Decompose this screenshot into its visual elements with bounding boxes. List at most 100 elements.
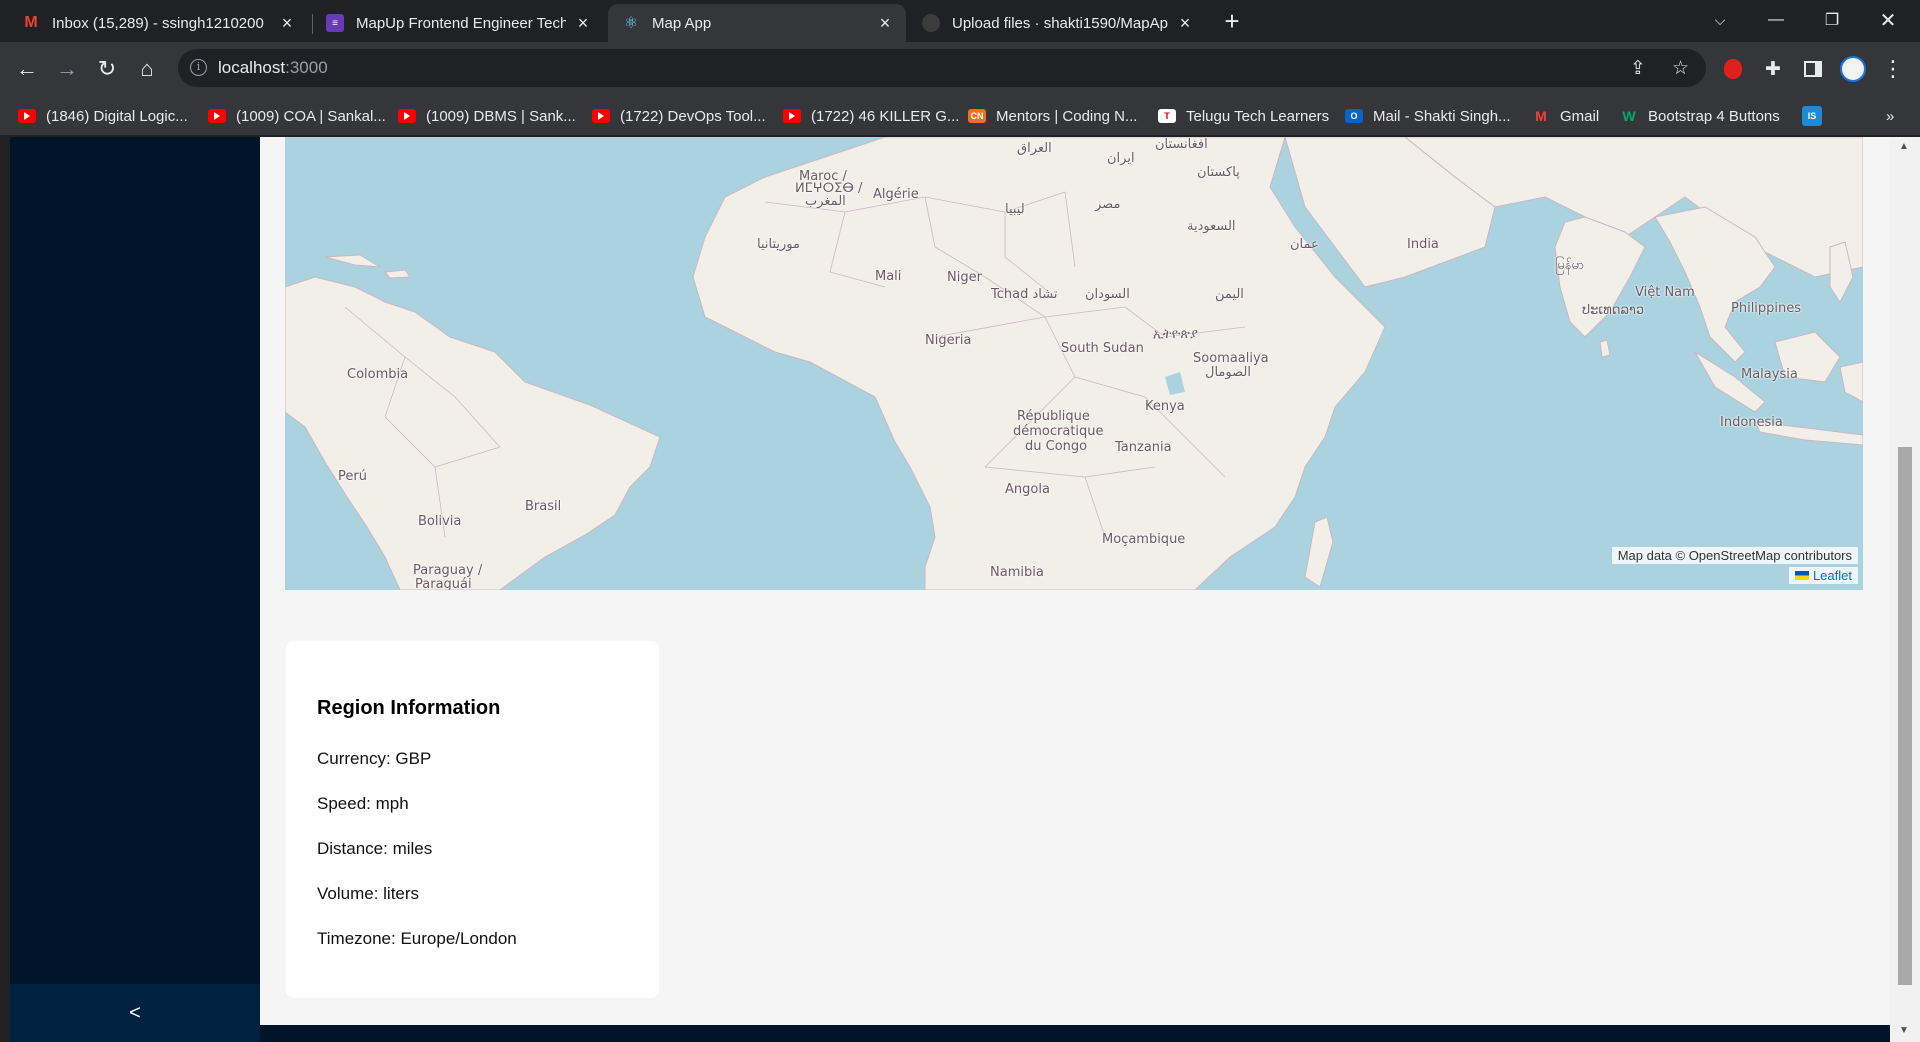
close-window-button[interactable]: ✕ (1860, 0, 1916, 40)
map-label: République (1017, 409, 1090, 424)
gmail-icon: M (1535, 108, 1547, 124)
tab-github-upload[interactable]: Upload files · shakti1590/MapAp × (908, 4, 1206, 42)
side-panel-icon[interactable] (1798, 54, 1828, 84)
sidebar-collapse-button[interactable]: < (10, 984, 260, 1042)
tab-strip: M Inbox (15,289) - ssingh1210200 × ≡ Map… (0, 0, 1920, 42)
bookmark-label: Mentors | Coding N... (996, 107, 1138, 125)
home-icon[interactable]: ⌂ (132, 54, 162, 84)
map-label: Brasil (525, 499, 562, 514)
tab-map-app[interactable]: ⚛ Map App × (608, 4, 906, 42)
tab-title: Upload files · shakti1590/MapAp (952, 14, 1168, 32)
address-bar[interactable]: i localhost:3000 ⇪ ☆ (178, 49, 1706, 87)
map-label: عمان (1290, 237, 1319, 252)
app-footer (260, 1025, 1890, 1042)
outlook-icon: O (1345, 109, 1363, 123)
bookmark-item[interactable]: T Telugu Tech Learners (1158, 104, 1329, 128)
browser-toolbar: ← → ↻ ⌂ i localhost:3000 ⇪ ☆ ✚ ⋮ (0, 42, 1920, 96)
new-tab-button[interactable]: + (1218, 8, 1246, 36)
forward-arrow-icon[interactable]: → (52, 54, 82, 84)
timezone-text: Timezone: Europe/London (317, 929, 517, 948)
map-label: Paraguay / (413, 563, 483, 578)
close-icon[interactable]: × (876, 13, 894, 34)
map-label: Soomaaliya (1193, 351, 1269, 366)
map-label: مصر (1095, 197, 1121, 212)
bookmark-overflow[interactable]: » (1886, 104, 1894, 128)
close-icon[interactable]: × (574, 13, 592, 34)
youtube-icon (592, 109, 610, 123)
youtube-icon (398, 109, 416, 123)
bookmark-label: (1722) DevOps Tool... (620, 107, 766, 125)
bookmark-item[interactable]: (1846) Digital Logic... (18, 104, 188, 128)
tab-search-icon[interactable]: ⌵ (1692, 0, 1748, 40)
region-info-title: Region Information (317, 697, 501, 719)
scrollbar-thumb[interactable] (1898, 447, 1912, 985)
map-label: ليبيا (1005, 202, 1025, 217)
map-label: du Congo (1025, 439, 1088, 454)
bookmark-item[interactable]: (1722) 46 KILLER G... (783, 104, 959, 128)
menu-kebab-icon[interactable]: ⋮ (1878, 54, 1908, 84)
close-icon[interactable]: × (1176, 13, 1194, 34)
bookmark-item[interactable]: (1722) DevOps Tool... (592, 104, 766, 128)
reload-icon[interactable]: ↻ (92, 54, 122, 84)
map-label: ایران (1107, 151, 1135, 166)
minimize-button[interactable]: — (1748, 0, 1804, 40)
share-icon[interactable]: ⇪ (1630, 57, 1646, 80)
gmail-icon: M (24, 14, 38, 31)
map-label: Mali (875, 269, 902, 284)
speed-text: Speed: mph (317, 794, 409, 813)
bookmark-item[interactable]: W Bootstrap 4 Buttons (1620, 104, 1779, 128)
bookmark-item[interactable]: O Mail - Shakti Singh... (1345, 104, 1511, 128)
map-label: السودان (1085, 287, 1130, 302)
page-scrollbar[interactable]: ▲ ▼ (1890, 137, 1920, 1042)
bookmark-star-icon[interactable]: ☆ (1672, 57, 1689, 80)
scroll-down-arrow-icon[interactable]: ▼ (1899, 1025, 1909, 1036)
bookmark-item[interactable]: IS (1802, 104, 1832, 128)
url-host: localhost (218, 58, 286, 77)
bookmark-label: (1846) Digital Logic... (46, 107, 188, 125)
profile-avatar[interactable] (1838, 54, 1868, 84)
bookmark-item[interactable]: (1009) DBMS | Sank... (398, 104, 576, 128)
map-label: Kenya (1145, 399, 1185, 414)
bookmark-label: (1722) 46 KILLER G... (811, 107, 960, 125)
extension-shield-icon[interactable] (1718, 54, 1748, 84)
map-label: démocratique (1013, 424, 1104, 439)
map-tiles (285, 137, 1863, 590)
close-icon[interactable]: × (278, 13, 296, 34)
map-label: မြန်မာ (1555, 258, 1585, 273)
site-info-icon[interactable]: i (190, 59, 207, 76)
leaflet-link[interactable]: Leaflet (1788, 567, 1858, 584)
extensions-puzzle-icon[interactable]: ✚ (1758, 54, 1788, 84)
map-label: Bolivia (418, 514, 462, 529)
bookmarks-bar: (1846) Digital Logic... (1009) COA | San… (0, 96, 1920, 136)
scroll-up-arrow-icon[interactable]: ▲ (1899, 141, 1909, 152)
youtube-icon (208, 109, 226, 123)
tab-gmail[interactable]: M Inbox (15,289) - ssingh1210200 × (8, 4, 308, 42)
site-icon: T (1158, 109, 1176, 123)
map-attribution[interactable]: Map data © OpenStreetMap contributors (1611, 547, 1858, 564)
map-label: Indonesia (1720, 415, 1783, 430)
map-label: السعودية (1187, 219, 1236, 234)
react-icon: ⚛ (623, 15, 639, 32)
map-label: India (1407, 237, 1439, 252)
tab-title: MapUp Frontend Engineer Techn (356, 14, 566, 32)
map-label: South Sudan (1061, 341, 1144, 356)
map-label: Tanzania (1115, 440, 1172, 455)
bookmark-item[interactable]: (1009) COA | Sankal... (208, 104, 386, 128)
url-text[interactable]: localhost:3000 (218, 58, 328, 78)
youtube-icon (18, 109, 36, 123)
map-label: Algérie (873, 187, 919, 202)
map-label: Namibia (990, 565, 1044, 580)
bookmark-label: (1009) COA | Sankal... (236, 107, 386, 125)
restore-button[interactable]: ❐ (1804, 0, 1860, 40)
volume-text: Volume: liters (317, 884, 420, 903)
app-sidebar: < (10, 137, 260, 1042)
bookmark-item[interactable]: CN Mentors | Coding N... (968, 104, 1137, 128)
bookmark-label: Gmail (1560, 107, 1600, 125)
github-icon (922, 14, 940, 32)
bookmark-item[interactable]: M Gmail (1532, 104, 1599, 128)
tab-mapup-form[interactable]: ≡ MapUp Frontend Engineer Techn × (312, 4, 604, 42)
tab-title: Map App (652, 14, 712, 32)
leaflet-map[interactable]: العراق ایران افغانستان پاکستان Maroc / ⵍ… (285, 137, 1863, 590)
back-arrow-icon[interactable]: ← (12, 54, 42, 84)
w3-icon: W (1622, 108, 1636, 124)
